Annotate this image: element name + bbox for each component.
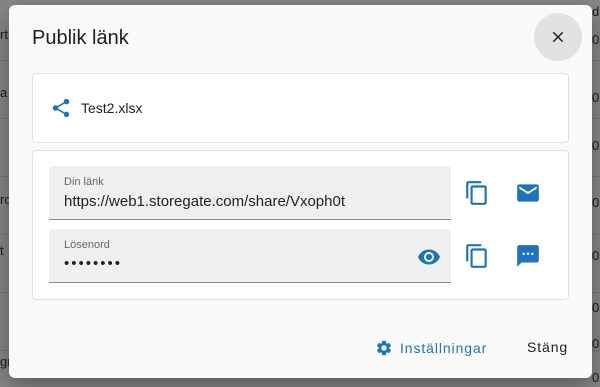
copy-password-icon[interactable]: [464, 243, 490, 269]
share-icon: [52, 98, 70, 118]
settings-button-label: Inställningar: [400, 340, 488, 356]
password-field-label: Lösenord: [64, 239, 110, 251]
eye-icon[interactable]: [417, 245, 441, 269]
link-field-label: Din länk: [64, 176, 104, 188]
email-icon[interactable]: [515, 180, 541, 206]
password-field[interactable]: Lösenord ••••••••: [49, 229, 451, 283]
close-text-button[interactable]: Stäng: [527, 339, 568, 355]
password-field-value[interactable]: ••••••••: [64, 255, 122, 272]
settings-button[interactable]: Inställningar: [375, 339, 487, 357]
close-text-button-label: Stäng: [527, 339, 569, 355]
close-button[interactable]: [534, 13, 582, 61]
link-field-value[interactable]: https://web1.storegate.com/share/Vxoph0t: [64, 193, 345, 210]
dialog-title: Publik länk: [32, 27, 129, 49]
close-icon: [552, 31, 564, 43]
link-field[interactable]: Din länk https://web1.storegate.com/shar…: [49, 166, 451, 220]
gear-icon: [376, 340, 392, 356]
file-name: Test2.xlsx: [81, 100, 143, 116]
file-card: Test2.xlsx: [32, 73, 569, 143]
public-link-dialog: Publik länk Test2.xlsx Din länk https://…: [9, 5, 592, 378]
copy-link-icon[interactable]: [464, 180, 490, 206]
sms-icon[interactable]: [515, 243, 541, 269]
link-card: Din länk https://web1.storegate.com/shar…: [32, 150, 569, 300]
